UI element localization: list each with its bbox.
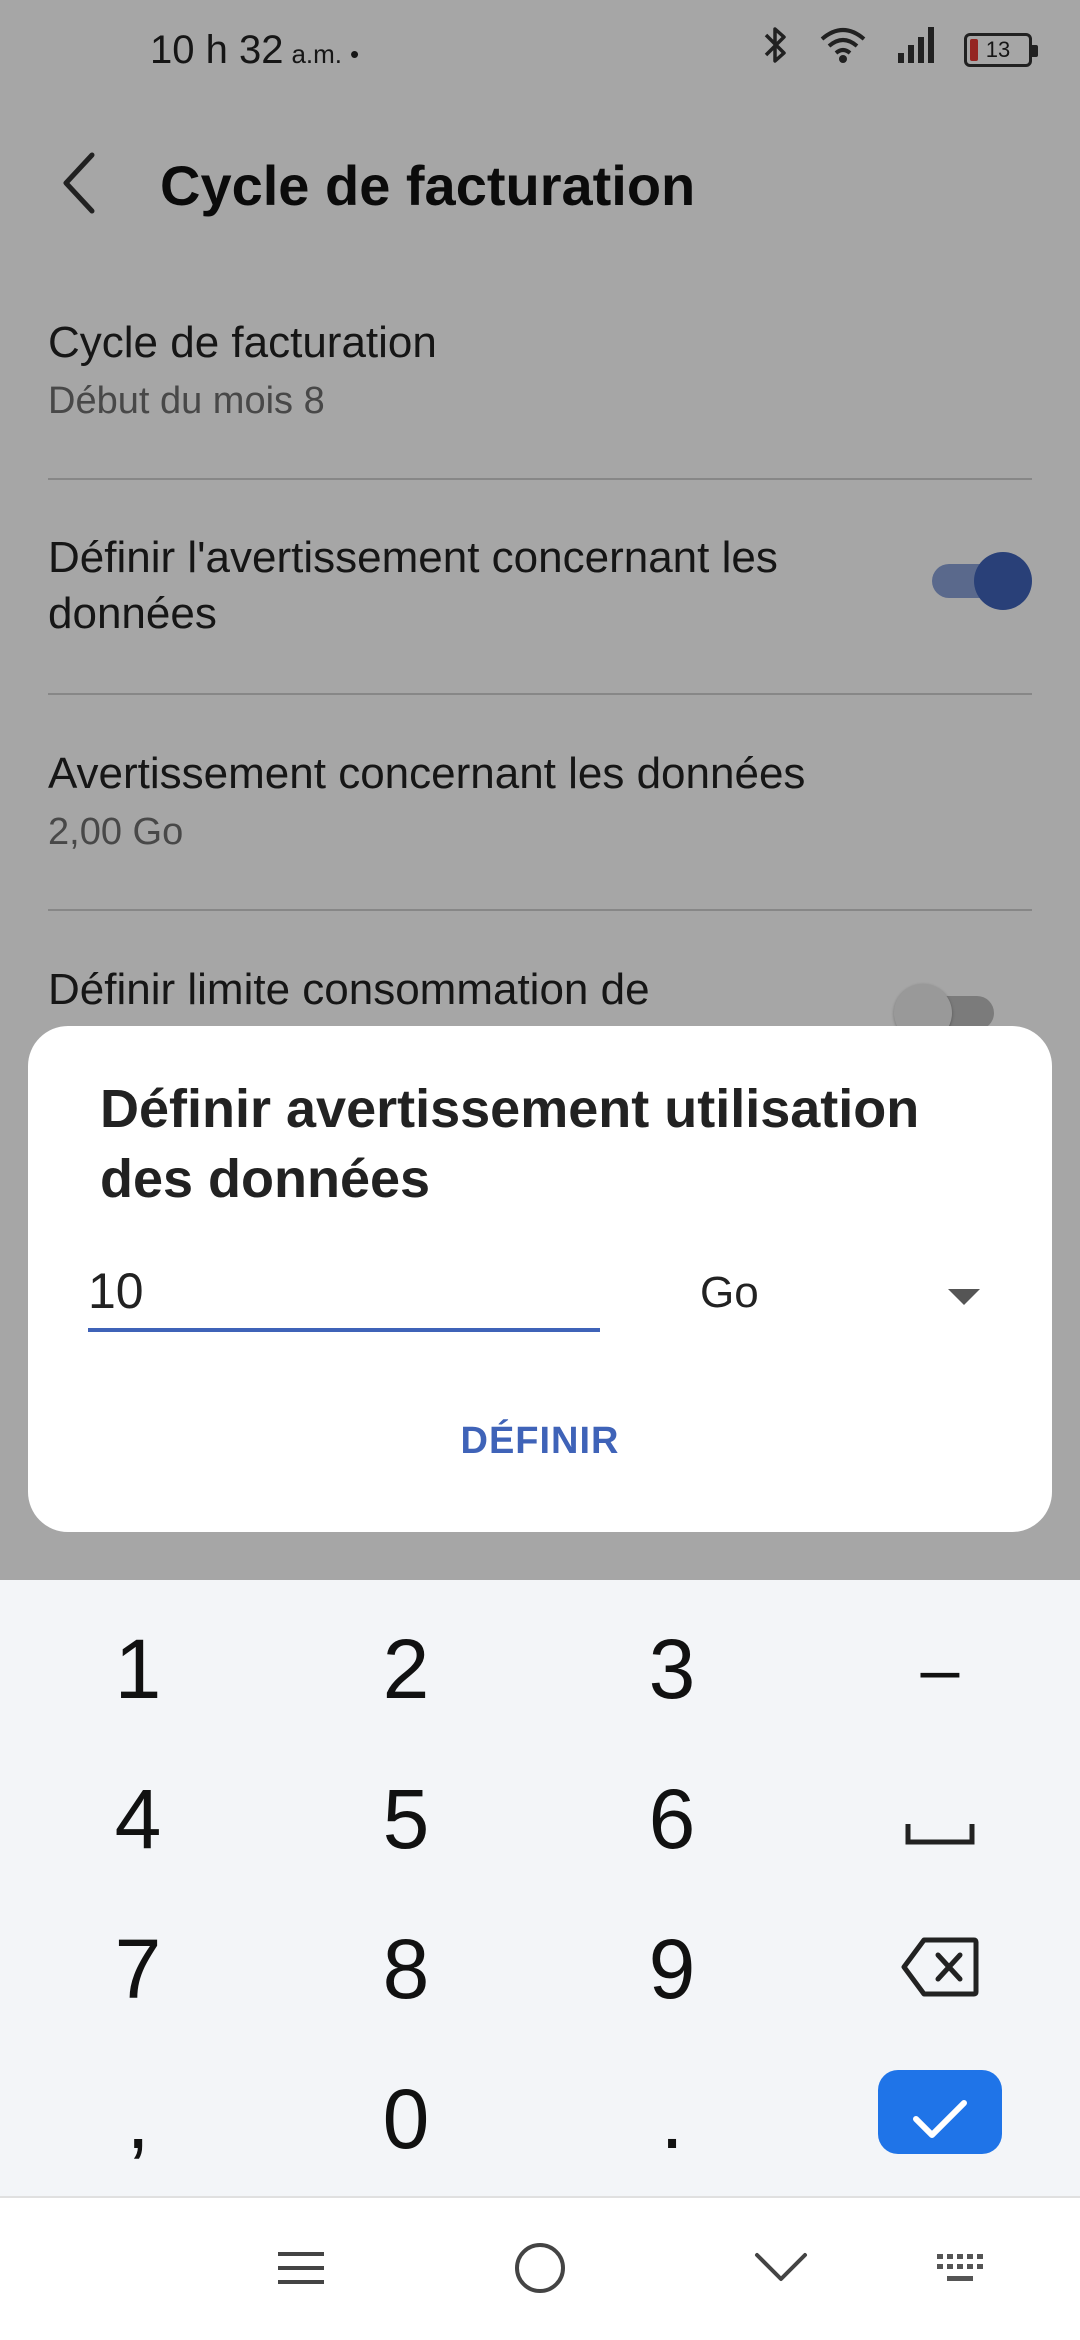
navigation-bar [0, 2196, 1080, 2340]
nav-hide-keyboard-button[interactable] [726, 2220, 836, 2320]
key-2[interactable]: 2 [316, 1604, 496, 1734]
define-button[interactable]: DÉFINIR [28, 1396, 1052, 1486]
space-bar-icon [904, 1771, 976, 1868]
key-period[interactable]: . [582, 2054, 762, 2184]
checkmark-icon [912, 2064, 968, 2161]
home-circle-icon [513, 2241, 567, 2300]
key-backspace[interactable] [850, 1904, 1030, 2034]
data-warning-dialog: Définir avertissement utilisation des do… [28, 1026, 1052, 1532]
key-3[interactable]: 3 [582, 1604, 762, 1734]
warning-amount-input[interactable] [88, 1254, 600, 1332]
numeric-keyboard: 1 2 3 – 4 5 6 7 8 9 , 0 . [0, 1580, 1080, 2196]
key-1[interactable]: 1 [48, 1604, 228, 1734]
nav-menu-button[interactable] [246, 2220, 356, 2320]
key-7[interactable]: 7 [48, 1904, 228, 2034]
nav-home-button[interactable] [485, 2220, 595, 2320]
key-8[interactable]: 8 [316, 1904, 496, 2034]
key-enter[interactable] [878, 2070, 1002, 2154]
key-dash[interactable]: – [850, 1604, 1030, 1734]
nav-keyboard-button[interactable] [906, 2220, 1016, 2320]
menu-icon [276, 2248, 326, 2293]
key-5[interactable]: 5 [316, 1754, 496, 1884]
key-9[interactable]: 9 [582, 1904, 762, 2034]
keyboard-icon [935, 2252, 987, 2289]
key-comma[interactable]: , [48, 2054, 228, 2184]
key-space[interactable] [850, 1754, 1030, 1884]
unit-dropdown[interactable]: Go [700, 1254, 990, 1332]
chevron-down-icon [753, 2251, 809, 2290]
caret-down-icon [946, 1268, 982, 1318]
key-4[interactable]: 4 [48, 1754, 228, 1884]
backspace-icon [900, 1921, 980, 2018]
unit-selected-value: Go [700, 1268, 759, 1317]
key-6[interactable]: 6 [582, 1754, 762, 1884]
key-0[interactable]: 0 [316, 2054, 496, 2184]
dialog-title: Définir avertissement utilisation des do… [100, 1079, 920, 1209]
